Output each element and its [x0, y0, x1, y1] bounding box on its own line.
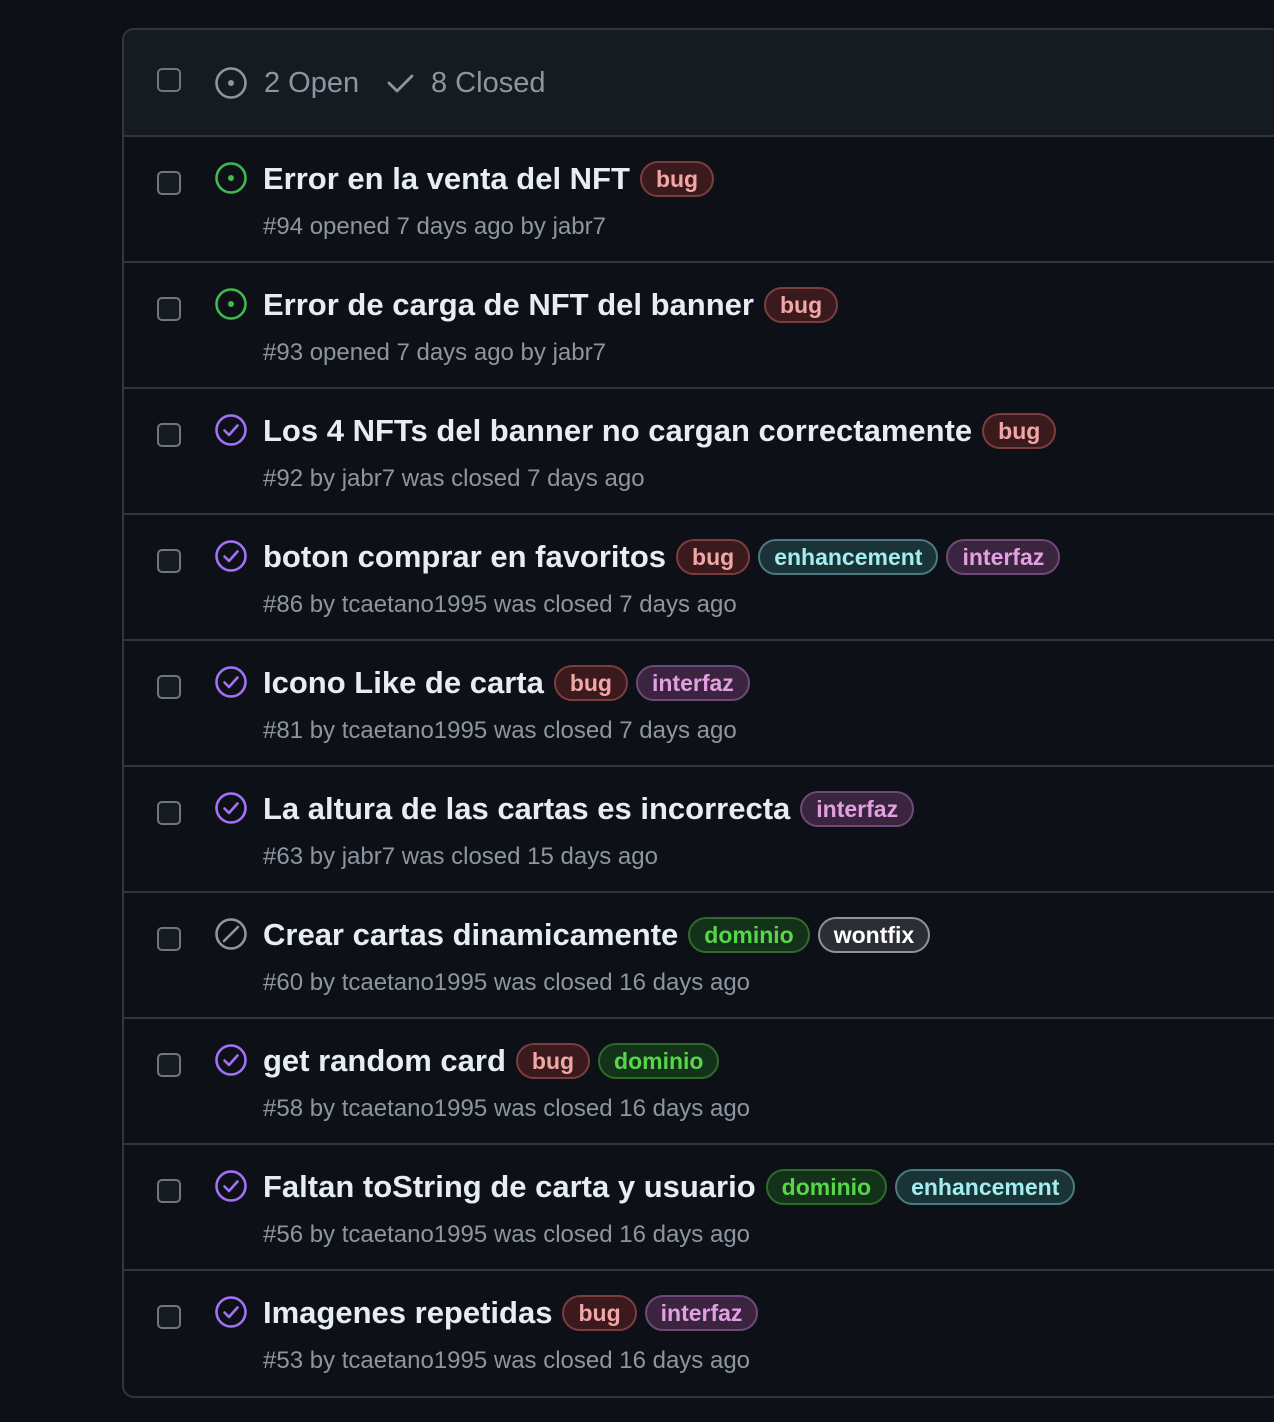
label-bug[interactable]: bug	[982, 413, 1057, 449]
label-dominio[interactable]: dominio	[765, 1169, 888, 1205]
issue-title-link[interactable]: La altura de las cartas es incorrecta	[263, 791, 790, 827]
issue-closed-icon	[214, 539, 248, 573]
issue-title-link[interactable]: Icono Like de carta	[263, 665, 544, 701]
issue-title-line: La altura de las cartas es incorrecta int…	[263, 787, 922, 831]
issue-row[interactable]: La altura de las cartas es incorrecta int…	[124, 767, 1274, 893]
closed-issues-filter[interactable]: 8 Closed	[385, 60, 545, 106]
closed-count-label: 8 Closed	[431, 66, 546, 99]
issue-checkbox[interactable]	[157, 549, 181, 573]
issue-opened-icon	[214, 66, 248, 100]
issue-row[interactable]: Error en la venta del NFT bug #94 opened 7…	[124, 137, 1274, 263]
issue-meta: #53 by tcaetano1995 was closed 16 days a…	[263, 1347, 751, 1374]
issue-closed-icon	[214, 413, 248, 447]
issue-meta: #94 opened 7 days ago by jabr7	[263, 213, 606, 240]
label-bug[interactable]: bug	[562, 1295, 637, 1331]
issues-list: 2 Open 8 Closed Error en la venta del NF…	[122, 28, 1274, 1398]
select-all-checkbox[interactable]	[157, 68, 181, 92]
issue-title-link[interactable]: Los 4 NFTs del banner no cargan correcta…	[263, 413, 972, 449]
issue-closed-icon	[214, 791, 248, 825]
label-dominio[interactable]: dominio	[688, 917, 810, 953]
issue-title-link[interactable]: Imagenes repetidas	[263, 1295, 552, 1331]
issue-checkbox[interactable]	[157, 927, 181, 951]
issue-title-line: Los 4 NFTs del banner no cargan correcta…	[263, 409, 1064, 453]
label-dominio[interactable]: dominio	[598, 1043, 720, 1079]
issue-checkbox[interactable]	[157, 675, 181, 699]
label-bug[interactable]: bug	[515, 1043, 591, 1079]
label-interfaz[interactable]: interfaz	[800, 791, 915, 827]
issues-list-header: 2 Open 8 Closed	[124, 30, 1274, 137]
issue-title-link[interactable]: boton comprar en favoritos	[263, 539, 666, 575]
issue-title-link[interactable]: Error de carga de NFT del banner	[263, 287, 754, 323]
issue-opened-icon	[214, 287, 248, 321]
issue-title-link[interactable]: get random card	[263, 1043, 506, 1079]
label-interfaz[interactable]: interfaz	[644, 1295, 759, 1331]
issue-title-link[interactable]: Crear cartas dinamicamente	[263, 917, 678, 953]
label-interfaz[interactable]: interfaz	[946, 539, 1061, 575]
label-interfaz[interactable]: interfaz	[635, 665, 750, 701]
issue-title-line: Crear cartas dinamicamente dominio wontfix	[263, 913, 938, 957]
issue-title-line: get random card bug dominio	[263, 1039, 727, 1083]
issue-meta: #86 by tcaetano1995 was closed 7 days ag…	[263, 591, 737, 618]
label-bug[interactable]: bug	[676, 539, 751, 575]
issue-closed-icon	[214, 1169, 248, 1203]
issue-checkbox[interactable]	[157, 171, 181, 195]
issue-meta: #93 opened 7 days ago by jabr7	[263, 339, 606, 366]
issue-row[interactable]: Crear cartas dinamicamente dominio wontfix…	[124, 893, 1274, 1019]
issue-row[interactable]: Faltan toString de carta y usuario domini…	[124, 1145, 1274, 1271]
issue-title-line: Imagenes repetidas bug interfaz	[263, 1291, 766, 1335]
issue-title-line: Error en la venta del NFT bug	[263, 157, 722, 201]
issue-title-line: Icono Like de carta bug interfaz	[263, 661, 758, 705]
issue-checkbox[interactable]	[157, 423, 181, 447]
issue-title-link[interactable]: Faltan toString de carta y usuario	[263, 1169, 756, 1205]
issue-row[interactable]: Los 4 NFTs del banner no cargan correcta…	[124, 389, 1274, 515]
issue-row[interactable]: Icono Like de carta bug interfaz #81 by tca…	[124, 641, 1274, 767]
issue-checkbox[interactable]	[157, 1179, 181, 1203]
issue-row[interactable]: Error de carga de NFT del banner bug #93 o…	[124, 263, 1274, 389]
issue-meta: #56 by tcaetano1995 was closed 16 days a…	[263, 1221, 751, 1248]
issue-meta: #92 by jabr7 was closed 7 days ago	[263, 465, 645, 492]
issue-checkbox[interactable]	[157, 801, 181, 825]
issue-title-line: boton comprar en favoritos bug enhancement…	[263, 535, 1068, 579]
issue-rows: Error en la venta del NFT bug #94 opened 7…	[124, 137, 1274, 1396]
label-bug[interactable]: bug	[639, 161, 715, 197]
issue-closed-icon	[214, 1295, 248, 1329]
issue-row[interactable]: get random card bug dominio #58 by tcaetano…	[124, 1019, 1274, 1145]
issue-meta: #81 by tcaetano1995 was closed 7 days ag…	[263, 717, 737, 744]
label-bug[interactable]: bug	[763, 287, 839, 323]
label-enhancement[interactable]: enhancement	[758, 539, 939, 575]
issue-closed-icon	[214, 665, 248, 699]
issue-closed-icon	[214, 1043, 248, 1077]
issue-title-link[interactable]: Error en la venta del NFT	[263, 161, 630, 197]
issue-meta: #58 by tcaetano1995 was closed 16 days a…	[263, 1095, 751, 1122]
open-count-label: 2 Open	[264, 66, 360, 99]
issue-checkbox[interactable]	[157, 297, 181, 321]
issue-title-line: Faltan toString de carta y usuario domini…	[263, 1165, 1083, 1209]
issue-checkbox[interactable]	[157, 1053, 181, 1077]
issue-row[interactable]: Imagenes repetidas bug interfaz #53 by tcae…	[124, 1271, 1274, 1396]
issue-row[interactable]: boton comprar en favoritos bug enhancement…	[124, 515, 1274, 641]
label-bug[interactable]: bug	[553, 665, 628, 701]
issue-opened-icon	[214, 161, 248, 195]
label-enhancement[interactable]: enhancement	[895, 1169, 1076, 1205]
issue-title-line: Error de carga de NFT del banner bug	[263, 283, 846, 327]
issue-meta: #63 by jabr7 was closed 15 days ago	[263, 843, 658, 870]
open-issues-filter[interactable]: 2 Open	[214, 60, 359, 106]
label-wontfix[interactable]: wontfix	[817, 917, 931, 953]
check-icon	[385, 68, 415, 98]
issue-meta: #60 by tcaetano1995 was closed 16 days a…	[263, 969, 751, 996]
issue-checkbox[interactable]	[157, 1305, 181, 1329]
skip-icon	[214, 917, 248, 951]
